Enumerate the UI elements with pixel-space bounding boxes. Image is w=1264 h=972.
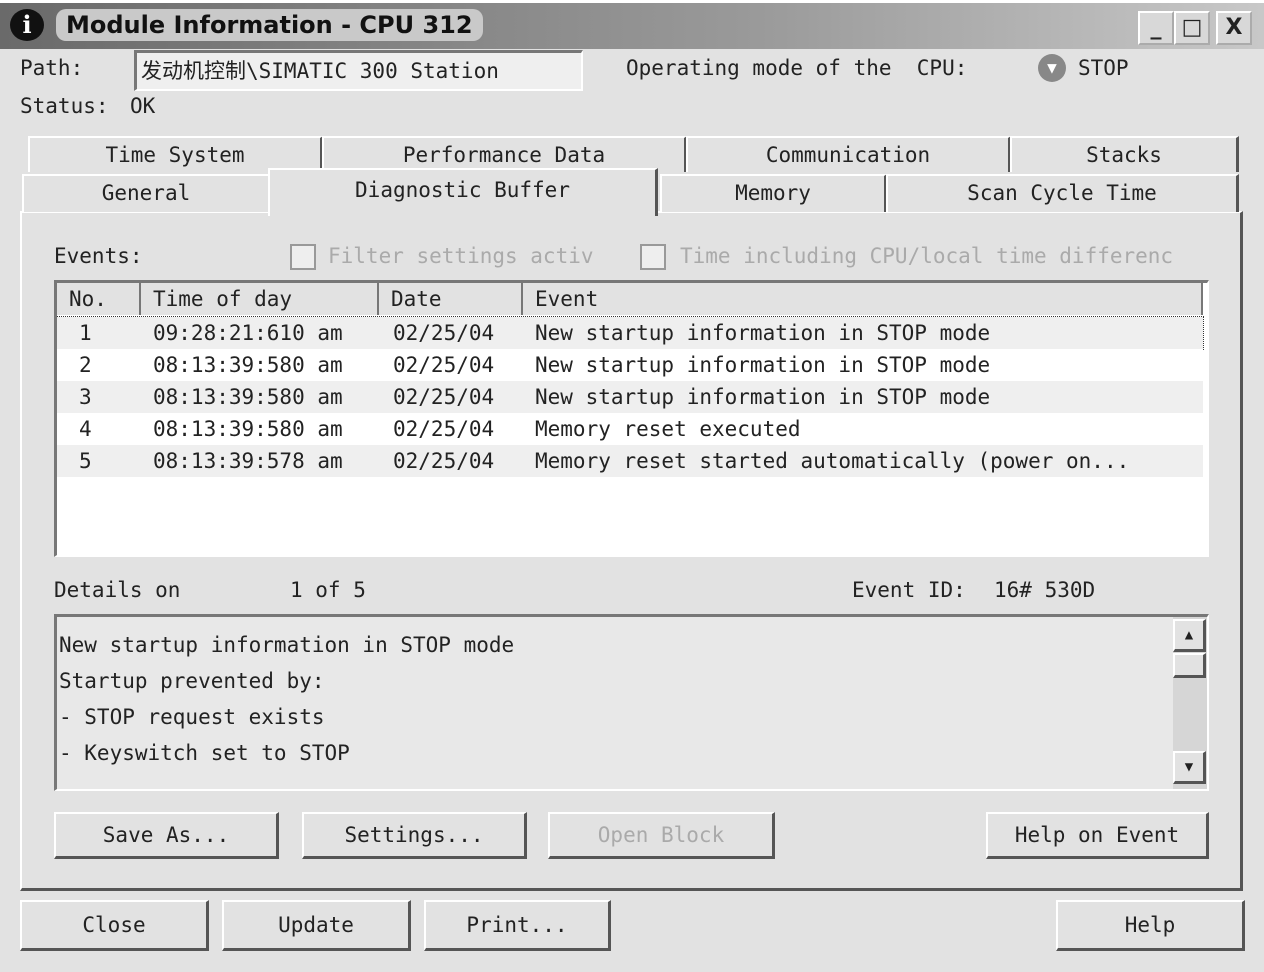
filter-settings-label: Filter settings activ xyxy=(328,244,594,268)
events-table[interactable]: No. Time of day Date Event 1 09:28:21:610… xyxy=(54,280,1209,557)
time-difference-label: Time including CPU/local time differenc xyxy=(680,244,1174,268)
title-bar[interactable]: i Module Information - CPU 312 _ □ X xyxy=(0,0,1264,49)
cell-no: 5 xyxy=(79,449,92,473)
details-line: - STOP request exists xyxy=(59,705,325,729)
help-button[interactable]: Help xyxy=(1056,900,1245,951)
cell-time: 08:13:39:580 am xyxy=(153,353,343,377)
cell-no: 3 xyxy=(79,385,92,409)
tab-diagnostic-buffer[interactable]: Diagnostic Buffer xyxy=(268,168,658,216)
table-row[interactable]: 1 09:28:21:610 am 02/25/04 New startup info… xyxy=(57,316,1204,350)
status-value: OK xyxy=(130,94,156,118)
table-header: No. Time of day Date Event xyxy=(57,283,1203,315)
cell-date: 02/25/04 xyxy=(393,449,495,473)
cell-event: Memory reset started automatically (powe… xyxy=(535,449,1130,473)
details-scrollbar[interactable]: ▲ ▼ xyxy=(1173,617,1207,789)
cell-time: 08:13:39:580 am xyxy=(153,385,343,409)
event-id-label: Event ID: xyxy=(852,578,966,602)
details-line: New startup information in STOP mode xyxy=(59,633,515,657)
tab-time-system[interactable]: Time System xyxy=(28,136,323,172)
tab-communication[interactable]: Communication xyxy=(686,136,1011,172)
col-time[interactable]: Time of day xyxy=(141,283,379,315)
cell-date: 02/25/04 xyxy=(393,385,495,409)
operating-mode-label: Operating mode of the CPU: xyxy=(626,56,968,80)
tab-memory[interactable]: Memory xyxy=(660,174,887,212)
cell-time: 08:13:39:578 am xyxy=(153,449,343,473)
tab-stacks[interactable]: Stacks xyxy=(1010,136,1239,172)
details-line: Startup prevented by: xyxy=(59,669,325,693)
table-row[interactable]: 2 08:13:39:580 am 02/25/04 New startup info… xyxy=(57,349,1203,381)
cell-date: 02/25/04 xyxy=(393,353,495,377)
details-position: 1 of 5 xyxy=(290,578,366,602)
info-icon: i xyxy=(10,9,44,41)
cell-event: New startup information in STOP mode xyxy=(535,353,991,377)
cell-date: 02/25/04 xyxy=(393,417,495,441)
operating-mode-value: STOP xyxy=(1078,56,1129,80)
cell-no: 2 xyxy=(79,353,92,377)
cell-no: 1 xyxy=(79,321,92,345)
col-event[interactable]: Event xyxy=(523,283,1203,315)
cell-time: 09:28:21:610 am xyxy=(153,321,343,345)
path-field[interactable]: 发动机控制\SIMATIC 300 Station xyxy=(134,50,583,91)
details-text-area[interactable]: New startup information in STOP mode Sta… xyxy=(54,614,1209,791)
cell-event: New startup information in STOP mode xyxy=(535,385,991,409)
update-button[interactable]: Update xyxy=(222,900,411,951)
settings-button[interactable]: Settings... xyxy=(302,812,527,859)
cell-event: Memory reset executed xyxy=(535,417,801,441)
close-window-button[interactable]: X xyxy=(1216,11,1252,45)
print-button[interactable]: Print... xyxy=(424,900,611,951)
cell-no: 4 xyxy=(79,417,92,441)
table-row[interactable]: 3 08:13:39:580 am 02/25/04 New startup info… xyxy=(57,381,1203,413)
scroll-thumb[interactable] xyxy=(1173,653,1206,678)
scroll-up-icon[interactable]: ▲ xyxy=(1173,619,1206,652)
open-block-button[interactable]: Open Block xyxy=(548,812,775,859)
tab-scan-cycle-time[interactable]: Scan Cycle Time xyxy=(886,174,1239,212)
tab-performance-data[interactable]: Performance Data xyxy=(322,136,687,172)
cell-time: 08:13:39:580 am xyxy=(153,417,343,441)
path-label: Path: xyxy=(20,56,84,80)
scroll-down-icon[interactable]: ▼ xyxy=(1173,751,1206,784)
details-label: Details on xyxy=(54,578,181,602)
details-line: - Keyswitch set to STOP xyxy=(59,741,350,765)
col-no[interactable]: No. xyxy=(57,283,141,315)
table-row[interactable]: 5 08:13:39:578 am 02/25/04 Memory reset sta… xyxy=(57,445,1203,477)
close-button[interactable]: Close xyxy=(20,900,209,951)
col-date[interactable]: Date xyxy=(379,283,523,315)
table-row[interactable]: 4 08:13:39:580 am 02/25/04 Memory reset exe… xyxy=(57,413,1203,445)
save-as-button[interactable]: Save As... xyxy=(54,812,279,859)
status-label: Status: xyxy=(20,94,109,118)
cell-date: 02/25/04 xyxy=(393,321,495,345)
maximize-button[interactable]: □ xyxy=(1174,11,1210,45)
window-title: Module Information - CPU 312 xyxy=(56,9,483,41)
help-on-event-button[interactable]: Help on Event xyxy=(986,812,1209,859)
events-label: Events: xyxy=(54,244,143,268)
time-difference-checkbox[interactable] xyxy=(640,244,666,270)
filter-settings-checkbox[interactable] xyxy=(290,244,316,270)
tab-general[interactable]: General xyxy=(22,174,271,212)
minimize-button[interactable]: _ xyxy=(1138,11,1174,45)
event-id-value: 16# 530D xyxy=(994,578,1096,602)
cell-event: New startup information in STOP mode xyxy=(535,321,991,345)
stop-mode-icon: ▼ xyxy=(1038,54,1066,82)
